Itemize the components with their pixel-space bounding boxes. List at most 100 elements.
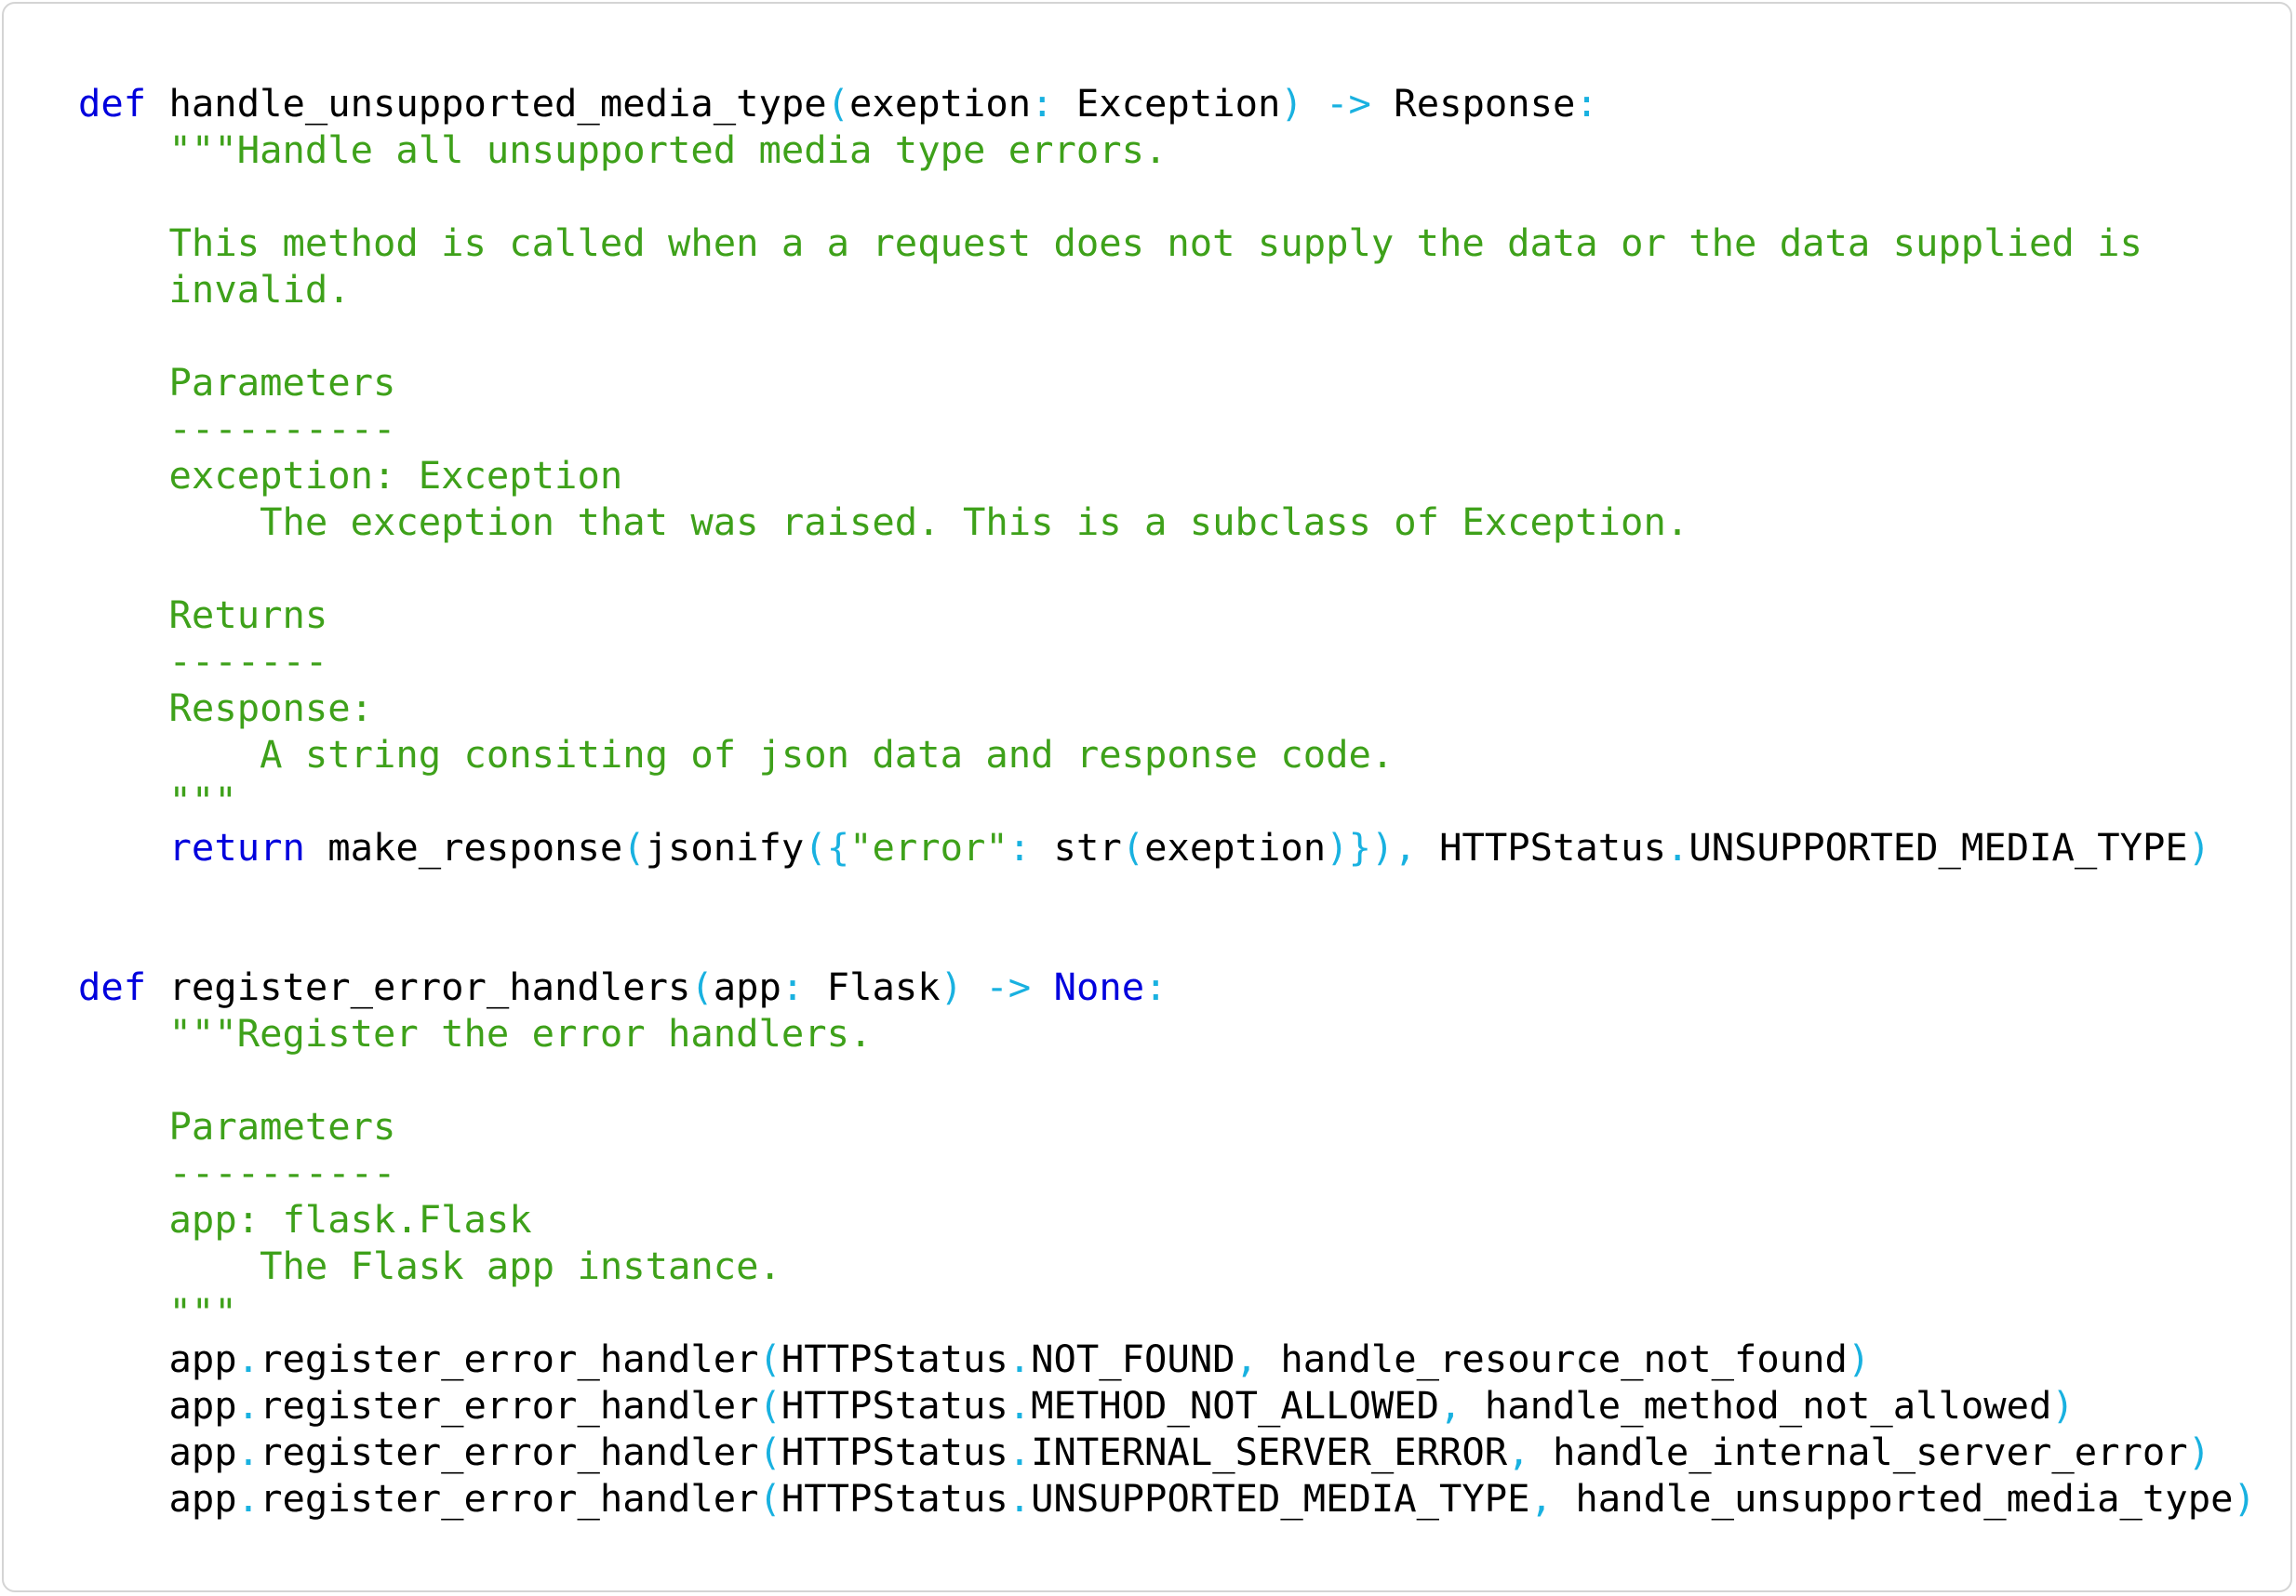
- identifier-token: HTTPStatus: [781, 1337, 1008, 1381]
- operator-token: ,: [1507, 1430, 1530, 1474]
- identifier-token: [78, 499, 260, 544]
- identifier-token: exeption: [1144, 825, 1327, 870]
- code-block[interactable]: def handle_unsupported_media_type(exepti…: [78, 80, 2256, 1522]
- identifier-token: [963, 964, 985, 1009]
- identifier-token: INTERNAL_SERVER_ERROR: [1031, 1430, 1508, 1474]
- keyword-token: return: [168, 825, 305, 870]
- operator-token: .: [236, 1337, 260, 1381]
- identifier-token: register_error_handler: [260, 1383, 759, 1428]
- identifier-token: app: [78, 1430, 237, 1474]
- keyword-token: def: [78, 81, 147, 126]
- identifier-token: register_error_handler: [260, 1337, 759, 1381]
- string-token: """Register the error handlers.: [168, 1011, 873, 1056]
- identifier-token: Exception: [1053, 81, 1281, 126]
- identifier-token: jsonify: [645, 825, 805, 870]
- operator-token: .: [1008, 1337, 1032, 1381]
- identifier-token: [78, 1104, 169, 1149]
- operator-token: .: [1665, 825, 1689, 870]
- operator-token: (: [1121, 825, 1145, 870]
- operator-token: ,: [1529, 1476, 1553, 1521]
- operator-token: .: [236, 1383, 260, 1428]
- identifier-token: [78, 732, 260, 777]
- identifier-token: [78, 453, 169, 498]
- identifier-token: [78, 360, 169, 405]
- identifier-token: NOT_FOUND: [1031, 1337, 1235, 1381]
- code-line: A string consiting of json data and resp…: [78, 731, 2256, 778]
- operator-token: .: [1008, 1476, 1032, 1521]
- string-token: """Handle all unsupported media type err…: [168, 127, 1168, 172]
- operator-token: (: [622, 825, 646, 870]
- identifier-token: exeption: [849, 81, 1032, 126]
- code-line: Parameters: [78, 1103, 2256, 1150]
- operator-token: ,: [1439, 1383, 1462, 1428]
- code-line: ----------: [78, 406, 2256, 452]
- string-token: The exception that was raised. This is a…: [260, 499, 1689, 544]
- identifier-token: HTTPStatus: [781, 1476, 1008, 1521]
- operator-token: ): [2187, 825, 2211, 870]
- keyword-token: None: [1053, 964, 1145, 1009]
- string-token: -------: [168, 639, 328, 684]
- identifier-token: [78, 1150, 169, 1195]
- string-token: Returns: [168, 592, 328, 637]
- identifier-token: [1031, 964, 1053, 1009]
- identifier-token: app: [78, 1337, 237, 1381]
- identifier-token: handle_internal_server_error: [1529, 1430, 2188, 1474]
- string-token: """: [168, 778, 237, 823]
- operator-token: (: [758, 1383, 781, 1428]
- identifier-token: UNSUPPORTED_MEDIA_TYPE: [1031, 1476, 1530, 1521]
- operator-token: ): [1847, 1337, 1871, 1381]
- identifier-token: Response: [1370, 81, 1576, 126]
- code-snippet-card: def handle_unsupported_media_type(exepti…: [2, 2, 2292, 1592]
- string-token: This method is called when a a request d…: [168, 220, 2142, 265]
- identifier-token: [78, 1290, 169, 1335]
- identifier-token: handle_resource_not_found: [1257, 1337, 1848, 1381]
- code-line: Response:: [78, 685, 2256, 731]
- operator-token: ): [2233, 1476, 2256, 1521]
- keyword-token: def: [78, 964, 147, 1009]
- operator-token: ({: [804, 825, 850, 870]
- code-line: return make_response(jsonify({"error": s…: [78, 824, 2256, 871]
- string-token: app: flask.Flask: [168, 1197, 532, 1242]
- operator-token: :: [781, 964, 805, 1009]
- identifier-token: app: [78, 1383, 237, 1428]
- code-line: def handle_unsupported_media_type(exepti…: [78, 80, 2256, 126]
- identifier-token: [78, 267, 169, 312]
- identifier-token: [78, 778, 169, 823]
- code-line: The Flask app instance.: [78, 1243, 2256, 1289]
- code-line: -------: [78, 638, 2256, 685]
- string-token: "error": [849, 825, 1008, 870]
- operator-token: )}),: [1326, 825, 1417, 870]
- string-token: Response:: [168, 685, 373, 730]
- code-line: """: [78, 778, 2256, 824]
- operator-token: (: [826, 81, 850, 126]
- operator-token: :: [1008, 825, 1032, 870]
- code-line: app: flask.Flask: [78, 1196, 2256, 1243]
- identifier-token: [78, 825, 169, 870]
- code-line: """Handle all unsupported media type err…: [78, 126, 2256, 173]
- identifier-token: [78, 1197, 169, 1242]
- string-token: exception: Exception: [168, 453, 623, 498]
- code-line: exception: Exception: [78, 452, 2256, 499]
- operator-token: .: [1008, 1430, 1032, 1474]
- code-line: def register_error_handlers(app: Flask) …: [78, 964, 2256, 1010]
- operator-token: ->: [1326, 81, 1371, 126]
- identifier-token: [78, 592, 169, 637]
- code-line: ----------: [78, 1150, 2256, 1196]
- identifier-token: handle_unsupported_media_type: [146, 81, 827, 126]
- identifier-token: [78, 220, 169, 265]
- identifier-token: register_error_handler: [260, 1430, 759, 1474]
- code-line: app.register_error_handler(HTTPStatus.ME…: [78, 1382, 2256, 1429]
- identifier-token: [1303, 81, 1326, 126]
- identifier-token: Flask: [804, 964, 941, 1009]
- identifier-token: [78, 1244, 260, 1288]
- operator-token: :: [1031, 81, 1054, 126]
- code-line: """: [78, 1289, 2256, 1336]
- identifier-token: METHOD_NOT_ALLOWED: [1031, 1383, 1440, 1428]
- string-token: Parameters: [168, 360, 396, 405]
- operator-token: .: [1008, 1383, 1032, 1428]
- string-token: The Flask app instance.: [260, 1244, 781, 1288]
- identifier-token: app: [713, 964, 781, 1009]
- code-line: app.register_error_handler(HTTPStatus.UN…: [78, 1475, 2256, 1522]
